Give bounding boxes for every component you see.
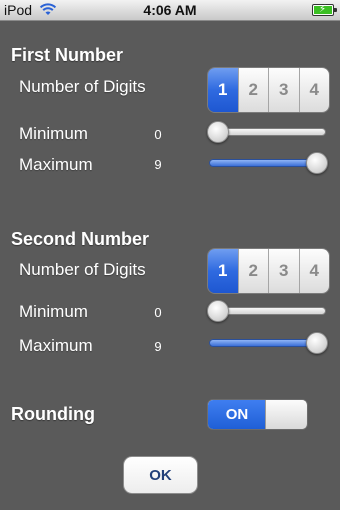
rounding-toggle[interactable]: ON [207,399,308,430]
second-digits-segment-2[interactable]: 2 [237,249,268,293]
first-maximum-slider-thumb[interactable] [306,152,328,174]
second-digits-segment-3[interactable]: 3 [268,249,299,293]
second-number-title: Second Number [11,229,150,249]
first-maximum-value: 9 [154,157,162,172]
first-minimum-slider[interactable] [207,120,328,144]
second-maximum-value: 9 [154,339,162,354]
first-digits-segment-4[interactable]: 4 [298,68,329,112]
first-digits-segmented-control[interactable]: 1 2 3 4 [207,67,330,113]
rounding-toggle-on-label: ON [208,400,266,429]
second-maximum-label: Maximum [19,336,93,355]
first-digits-segment-2[interactable]: 2 [237,68,268,112]
second-digits-segment-4[interactable]: 4 [298,249,329,293]
second-minimum-value: 0 [154,305,162,320]
status-bar: iPod 4:06 AM ⚡ [0,0,340,21]
first-digits-segment-1[interactable]: 1 [208,68,238,112]
first-minimum-value: 0 [154,127,162,142]
second-minimum-slider[interactable] [207,299,328,323]
second-minimum-slider-thumb[interactable] [207,300,229,322]
second-digits-segment-1[interactable]: 1 [208,249,238,293]
rounding-label: Rounding [11,404,95,424]
first-number-title: First Number [11,45,124,65]
rounding-toggle-knob[interactable] [265,400,306,429]
second-maximum-slider[interactable] [207,331,328,355]
first-maximum-label: Maximum [19,155,93,174]
first-maximum-slider[interactable] [207,151,328,175]
battery-charging-icon: ⚡ [312,4,337,16]
first-digits-label: Number of Digits [19,77,146,96]
ok-button[interactable]: OK [123,456,198,494]
first-minimum-slider-thumb[interactable] [207,121,229,143]
second-maximum-slider-thumb[interactable] [306,332,328,354]
second-digits-label: Number of Digits [19,260,146,279]
second-minimum-label: Minimum [19,302,88,321]
status-time: 4:06 AM [143,2,197,18]
first-minimum-label: Minimum [19,124,88,143]
second-digits-segmented-control[interactable]: 1 2 3 4 [207,248,330,294]
first-digits-segment-3[interactable]: 3 [268,68,299,112]
